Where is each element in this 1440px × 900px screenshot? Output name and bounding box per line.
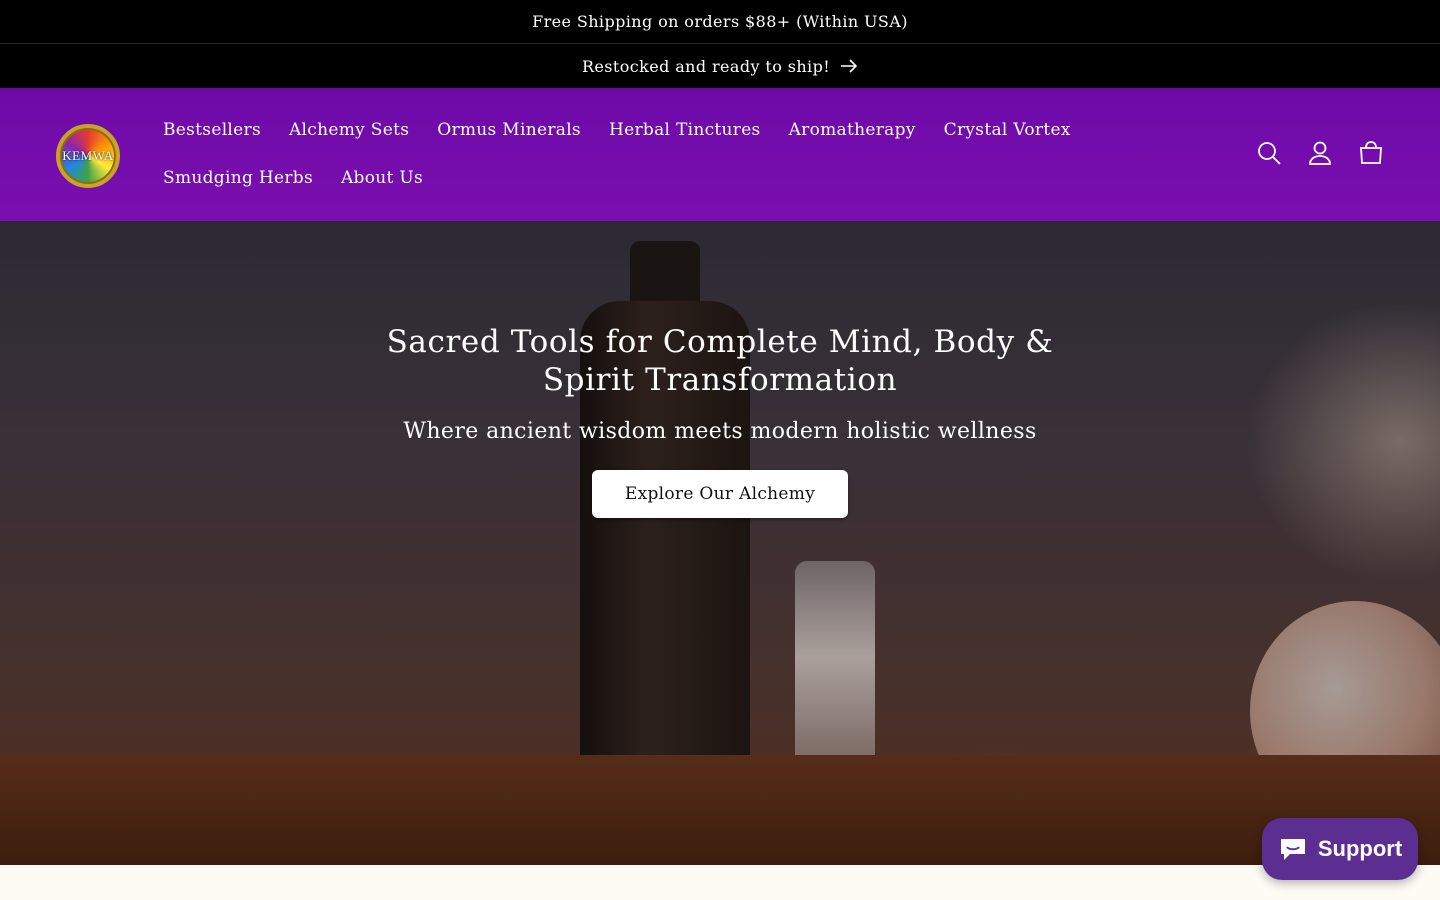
main-nav: Bestsellers Alchemy Sets Ormus Minerals …	[149, 108, 1209, 200]
nav-item-aromatherapy[interactable]: Aromatherapy	[775, 108, 930, 152]
announcement-bar-link[interactable]: Restocked and ready to ship!	[0, 44, 1440, 88]
hero-banner: Sacred Tools for Complete Mind, Body & S…	[0, 221, 1440, 865]
cart-icon	[1360, 141, 1382, 164]
arrow-right-icon	[841, 59, 858, 73]
nav-item-alchemy-sets[interactable]: Alchemy Sets	[275, 108, 423, 152]
nav-item-ormus-minerals[interactable]: Ormus Minerals	[423, 108, 595, 152]
hero-title: Sacred Tools for Complete Mind, Body & S…	[386, 324, 1054, 398]
announcement-link-text[interactable]: Restocked and ready to ship!	[582, 57, 830, 76]
brand-logo-text: KEMWA	[62, 148, 114, 163]
hero-content: Sacred Tools for Complete Mind, Body & S…	[0, 323, 1440, 518]
search-button[interactable]	[1247, 131, 1291, 175]
nav-item-bestsellers[interactable]: Bestsellers	[149, 108, 275, 152]
account-icon	[1309, 141, 1331, 165]
explore-alchemy-button[interactable]: Explore Our Alchemy	[591, 470, 849, 518]
brand-logo[interactable]: KEMWA	[56, 124, 120, 188]
support-chat-button[interactable]: Support	[1262, 818, 1418, 880]
search-icon	[1258, 142, 1281, 165]
chat-bubble-icon	[1280, 839, 1305, 860]
nav-item-about-us[interactable]: About Us	[327, 156, 437, 200]
announcement-text: Free Shipping on orders $88+ (Within USA…	[532, 12, 908, 31]
account-button[interactable]	[1298, 131, 1342, 175]
site-header: KEMWA Bestsellers Alchemy Sets Ormus Min…	[0, 88, 1440, 221]
support-chat-label: Support	[1317, 836, 1403, 861]
nav-item-crystal-vortex[interactable]: Crystal Vortex	[930, 108, 1085, 152]
hero-subtitle: Where ancient wisdom meets modern holist…	[403, 419, 1037, 444]
announcement-bar: Free Shipping on orders $88+ (Within USA…	[0, 0, 1440, 44]
cart-button[interactable]	[1349, 131, 1393, 175]
nav-item-smudging-herbs[interactable]: Smudging Herbs	[149, 156, 327, 200]
nav-item-herbal-tinctures[interactable]: Herbal Tinctures	[595, 108, 775, 152]
hero-overlay	[0, 221, 1440, 865]
